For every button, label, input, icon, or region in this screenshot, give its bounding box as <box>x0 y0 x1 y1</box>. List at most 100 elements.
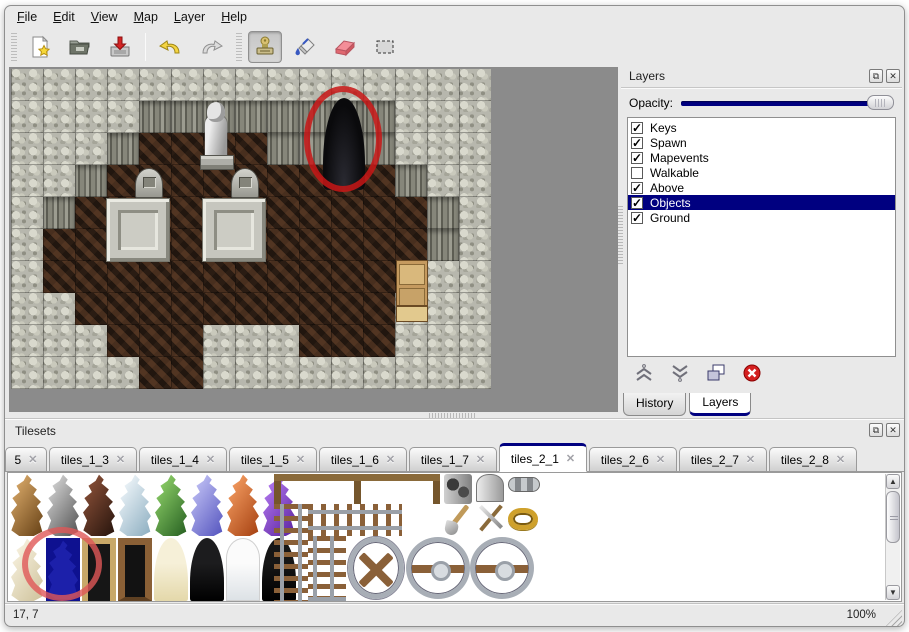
rock-gold-tile[interactable] <box>10 474 44 536</box>
tileset-content[interactable]: ▲ ▼ <box>7 472 902 602</box>
close-tab-icon[interactable]: ✕ <box>206 453 215 466</box>
float-panel-button[interactable]: ⧉ <box>869 423 883 437</box>
wood-door-frames-tile[interactable] <box>274 474 440 504</box>
tileset-tab-tiles_2_7[interactable]: tiles_2_7✕ <box>679 447 767 472</box>
rope-coil-tile[interactable] <box>508 508 538 530</box>
close-tab-icon[interactable]: ✕ <box>746 453 755 466</box>
rail-loop-tile[interactable] <box>406 537 470 599</box>
close-panel-button[interactable]: ✕ <box>886 423 900 437</box>
menu-view[interactable]: View <box>83 7 126 27</box>
fill-tool-button[interactable] <box>288 31 322 63</box>
open-map-button[interactable] <box>63 31 97 63</box>
rock-ice-tile[interactable] <box>118 474 152 536</box>
close-tab-icon[interactable]: ✕ <box>656 453 665 466</box>
redo-button[interactable] <box>194 31 228 63</box>
rock-green-tile[interactable] <box>154 474 188 536</box>
toolbar-grip[interactable] <box>11 33 17 61</box>
layer-row-keys[interactable]: ✓Keys <box>628 120 895 135</box>
map-view[interactable] <box>11 69 491 389</box>
arch-cream-tile[interactable] <box>154 538 188 601</box>
tileset-tab-tiles_1_7[interactable]: tiles_1_7✕ <box>409 447 497 472</box>
column-cap-tile[interactable] <box>476 474 504 502</box>
tileset-tab-tiles_2_8[interactable]: tiles_2_8✕ <box>769 447 857 472</box>
duplicate-layer-icon <box>705 363 727 383</box>
save-map-button[interactable] <box>103 31 137 63</box>
close-tab-icon[interactable]: ✕ <box>836 453 845 466</box>
map-canvas[interactable] <box>9 67 618 412</box>
close-tab-icon[interactable]: ✕ <box>476 453 485 466</box>
scroll-down-icon[interactable]: ▼ <box>886 585 900 600</box>
rock-orange-tile[interactable] <box>226 474 260 536</box>
layer-row-objects[interactable]: ✓Objects <box>628 195 895 210</box>
rock-maroon-tile[interactable] <box>82 474 116 536</box>
tileset-tab-tiles_1_3[interactable]: tiles_1_3✕ <box>49 447 137 472</box>
arch-black-tile[interactable] <box>190 538 224 601</box>
map-tile <box>107 357 139 389</box>
tileset-tab-5[interactable]: 5✕ <box>5 447 47 472</box>
map-tile <box>203 69 235 101</box>
raise-layer-button[interactable] <box>631 362 657 384</box>
horizontal-splitter-grip[interactable] <box>429 413 475 418</box>
close-tab-icon[interactable]: ✕ <box>116 453 125 466</box>
rail-horizontal-tile[interactable] <box>308 504 402 536</box>
skull-pillar-tile[interactable] <box>444 474 472 504</box>
layer-row-spawn[interactable]: ✓Spawn <box>628 135 895 150</box>
menu-edit[interactable]: Edit <box>45 7 83 27</box>
delete-layer-button[interactable] <box>739 362 765 384</box>
pickaxe-tile[interactable] <box>476 504 506 536</box>
menu-file[interactable]: File <box>9 7 45 27</box>
eraser-tool-button[interactable] <box>328 31 362 63</box>
layer-row-walkable[interactable]: Walkable <box>628 165 895 180</box>
rail-loop-tile[interactable] <box>470 537 534 599</box>
dock-tab-history[interactable]: History <box>623 393 686 416</box>
map-tile <box>11 133 43 165</box>
layer-row-above[interactable]: ✓ Above <box>628 180 895 195</box>
metal-bar-tile[interactable] <box>508 477 540 492</box>
arch-white-tile[interactable] <box>226 538 260 601</box>
layer-checkbox[interactable] <box>631 167 643 179</box>
menu-layer[interactable]: Layer <box>166 7 213 27</box>
rail-vertical-tile[interactable] <box>274 504 308 601</box>
close-tab-icon[interactable]: ✕ <box>28 453 37 466</box>
lower-layer-button[interactable] <box>667 362 693 384</box>
resize-grip[interactable] <box>886 610 902 626</box>
layer-checkbox[interactable]: ✓ <box>631 212 643 224</box>
layer-checkbox[interactable]: ✓ <box>631 197 643 209</box>
layer-checkbox[interactable]: ✓ <box>631 137 643 149</box>
duplicate-layer-button[interactable] <box>703 362 729 384</box>
menu-help[interactable]: Help <box>213 7 255 27</box>
rail-corner-tile[interactable] <box>308 536 346 601</box>
opacity-slider[interactable] <box>681 101 890 106</box>
layer-label: Above <box>650 181 684 195</box>
layer-checkbox[interactable]: ✓ <box>631 122 643 134</box>
rock-crystal-blue-tile[interactable] <box>190 474 224 536</box>
layer-row-ground[interactable]: ✓Ground <box>628 210 895 225</box>
scrollbar-thumb[interactable] <box>886 491 900 543</box>
dock-tab-layers[interactable]: Layers <box>689 393 751 416</box>
tileset-tab-tiles_1_4[interactable]: tiles_1_4✕ <box>139 447 227 472</box>
close-tab-icon[interactable]: ✕ <box>566 452 575 465</box>
close-tab-icon[interactable]: ✕ <box>296 453 305 466</box>
undo-button[interactable] <box>154 31 188 63</box>
scroll-up-icon[interactable]: ▲ <box>886 474 900 489</box>
tileset-tab-tiles_1_5[interactable]: tiles_1_5✕ <box>229 447 317 472</box>
menu-map[interactable]: Map <box>126 7 166 27</box>
rail-crossing-loop-tile[interactable] <box>348 537 404 599</box>
float-panel-button[interactable]: ⧉ <box>869 69 883 83</box>
layer-checkbox[interactable]: ✓ <box>631 182 643 194</box>
tileset-tab-tiles_2_1[interactable]: tiles_2_1✕ <box>499 443 587 472</box>
close-panel-button[interactable]: ✕ <box>886 69 900 83</box>
new-map-button[interactable] <box>23 31 57 63</box>
tileset-tab-tiles_1_6[interactable]: tiles_1_6✕ <box>319 447 407 472</box>
layer-checkbox[interactable]: ✓ <box>631 152 643 164</box>
opacity-slider-handle[interactable] <box>867 95 894 110</box>
stamp-tool-button[interactable] <box>248 31 282 63</box>
toolbar-grip[interactable] <box>236 33 242 61</box>
wood-door-tile[interactable] <box>118 538 152 601</box>
tileset-scrollbar[interactable]: ▲ ▼ <box>885 474 900 600</box>
tileset-tab-tiles_2_6[interactable]: tiles_2_6✕ <box>589 447 677 472</box>
layer-row-mapevents[interactable]: ✓Mapevents <box>628 150 895 165</box>
select-tool-button[interactable] <box>368 31 402 63</box>
shovel-tile[interactable] <box>444 504 474 536</box>
close-tab-icon[interactable]: ✕ <box>386 453 395 466</box>
